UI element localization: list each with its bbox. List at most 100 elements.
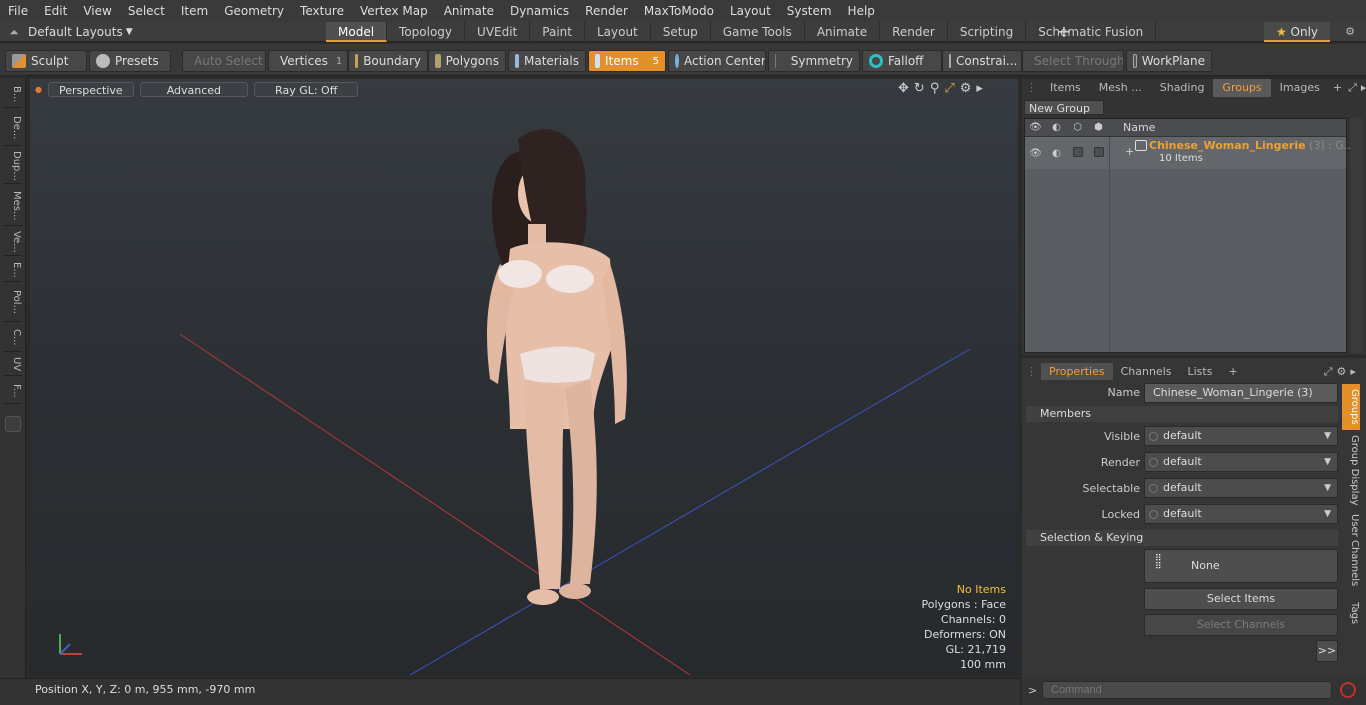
- auto-select-button[interactable]: Auto Select: [182, 50, 266, 72]
- 3d-viewport[interactable]: [30, 79, 1018, 675]
- row-visible-icon[interactable]: 👁: [1025, 148, 1046, 159]
- constraints-button[interactable]: Constrai...: [942, 50, 1022, 72]
- left-tab-fusion[interactable]: F...: [4, 378, 22, 404]
- menu-vertex-map[interactable]: Vertex Map: [352, 4, 436, 18]
- new-group-button[interactable]: New Group: [1024, 100, 1104, 115]
- side-tab-tags[interactable]: Tags: [1342, 596, 1360, 630]
- name-field[interactable]: Chinese_Woman_Lingerie (3): [1144, 383, 1338, 403]
- menu-edit[interactable]: Edit: [36, 4, 75, 18]
- left-tab-edge[interactable]: E...: [4, 258, 22, 282]
- panel-more-icon[interactable]: ▸: [1359, 79, 1366, 97]
- props-more-icon[interactable]: ▸: [1348, 363, 1358, 380]
- left-tab-curve[interactable]: C...: [4, 324, 22, 352]
- falloff-button[interactable]: Falloff: [862, 50, 942, 72]
- tab-layout[interactable]: Layout: [585, 22, 651, 42]
- menu-maxtomodo[interactable]: MaxToModo: [636, 4, 722, 18]
- tab-setup[interactable]: Setup: [651, 22, 711, 42]
- viewport-gear-icon[interactable]: ⚙: [960, 81, 972, 96]
- none-keying-button[interactable]: ⠿ ⠿ None: [1144, 549, 1338, 583]
- menu-system[interactable]: System: [779, 4, 840, 18]
- members-section[interactable]: Members: [1026, 406, 1338, 422]
- items-button[interactable]: Items 5: [588, 50, 666, 72]
- visibility-eye-icon[interactable]: 👁: [1025, 122, 1046, 133]
- tab-paint[interactable]: Paint: [530, 22, 585, 42]
- left-tab-basic[interactable]: B...: [4, 82, 22, 108]
- viewport-arrow-icon[interactable]: ▸: [976, 81, 983, 96]
- left-tab-duplicate[interactable]: Dup...: [4, 148, 22, 184]
- expand-plus-icon[interactable]: +: [1125, 145, 1134, 158]
- tab-channels[interactable]: Channels: [1113, 363, 1180, 380]
- menu-animate[interactable]: Animate: [436, 4, 502, 18]
- tab-game-tools[interactable]: Game Tools: [711, 22, 805, 42]
- more-button[interactable]: >>: [1316, 640, 1338, 662]
- row-lock-checkbox[interactable]: [1088, 146, 1109, 160]
- command-input[interactable]: [1042, 681, 1332, 699]
- menu-select[interactable]: Select: [120, 4, 173, 18]
- add-props-tab-icon[interactable]: +: [1220, 363, 1245, 380]
- move-view-icon[interactable]: ✥: [898, 81, 909, 96]
- tab-model[interactable]: Model: [326, 22, 388, 42]
- render-icon[interactable]: ◐: [1046, 122, 1067, 133]
- rotate-view-icon[interactable]: ↻: [914, 81, 925, 96]
- workplane-button[interactable]: WorkPlane: [1126, 50, 1212, 72]
- viewport-menu-dot[interactable]: ●: [35, 85, 42, 94]
- render-dropdown[interactable]: default ▼: [1144, 452, 1338, 472]
- menu-file[interactable]: File: [0, 4, 36, 18]
- menu-help[interactable]: Help: [840, 4, 883, 18]
- only-button[interactable]: ★ Only: [1264, 22, 1330, 42]
- layout-dropdown[interactable]: ⏶ Default Layouts ▼: [0, 22, 132, 42]
- lock-cube-icon[interactable]: ⬢: [1088, 122, 1109, 133]
- tab-mesh[interactable]: Mesh ...: [1090, 79, 1151, 97]
- locked-dropdown[interactable]: default ▼: [1144, 504, 1338, 524]
- left-tab-deform[interactable]: De...: [4, 110, 22, 146]
- home-icon[interactable]: ⏶: [0, 25, 28, 40]
- tab-scripting[interactable]: Scripting: [948, 22, 1027, 42]
- symmetry-button[interactable]: Symmetry: [768, 50, 860, 72]
- props-expand-icon[interactable]: ⤢: [1322, 363, 1335, 380]
- advanced-dropdown[interactable]: Advanced: [139, 81, 249, 97]
- maximize-view-icon[interactable]: ⤢: [944, 81, 954, 96]
- props-gear-icon[interactable]: ⚙: [1335, 363, 1349, 380]
- group-row[interactable]: 👁 ◐ + Chinese_Woman_Lingerie (3) : G... …: [1025, 137, 1354, 169]
- menu-geometry[interactable]: Geometry: [216, 4, 292, 18]
- boundary-button[interactable]: Boundary: [348, 50, 428, 72]
- left-tab-polygon[interactable]: Pol...: [4, 284, 22, 322]
- tab-uvedit[interactable]: UVEdit: [465, 22, 531, 42]
- left-tab-uv[interactable]: UV: [4, 354, 22, 376]
- menu-item[interactable]: Item: [173, 4, 216, 18]
- menu-layout[interactable]: Layout: [722, 4, 779, 18]
- select-cube-icon[interactable]: ⬡: [1067, 122, 1088, 133]
- tab-items[interactable]: Items: [1041, 79, 1090, 97]
- vertices-button[interactable]: Vertices 1: [268, 50, 348, 72]
- tab-animate[interactable]: Animate: [805, 22, 881, 42]
- zoom-view-icon[interactable]: ⚲: [930, 81, 940, 96]
- tab-lists[interactable]: Lists: [1180, 363, 1221, 380]
- left-tab-mesh-edit[interactable]: Mes...: [4, 186, 22, 226]
- left-tab-vertex[interactable]: Ve...: [4, 228, 22, 256]
- materials-button[interactable]: Materials: [508, 50, 586, 72]
- side-tab-group-display[interactable]: Group Display: [1342, 434, 1360, 506]
- tab-schematic-fusion[interactable]: Schematic Fusion: [1026, 22, 1157, 42]
- tab-groups[interactable]: Groups: [1213, 79, 1271, 97]
- visible-dropdown[interactable]: default ▼: [1144, 426, 1338, 446]
- menu-render[interactable]: Render: [577, 4, 636, 18]
- menu-dynamics[interactable]: Dynamics: [502, 4, 577, 18]
- sculpt-button[interactable]: Sculpt: [5, 50, 87, 72]
- tab-render[interactable]: Render: [880, 22, 948, 42]
- side-tab-groups[interactable]: Groups: [1342, 384, 1360, 430]
- tab-topology[interactable]: Topology: [387, 22, 466, 42]
- selection-keying-section[interactable]: Selection & Keying: [1026, 530, 1338, 546]
- tab-shading[interactable]: Shading: [1151, 79, 1214, 97]
- menu-texture[interactable]: Texture: [292, 4, 352, 18]
- action-center-button[interactable]: Action Center: [668, 50, 766, 72]
- raygl-dropdown[interactable]: Ray GL: Off: [254, 81, 359, 97]
- selectable-dropdown[interactable]: default ▼: [1144, 478, 1338, 498]
- expand-panel-icon[interactable]: ⤢: [1346, 79, 1359, 97]
- select-through-button[interactable]: Select Through: [1022, 50, 1124, 72]
- left-strip-toggle[interactable]: [5, 416, 21, 432]
- menu-view[interactable]: View: [75, 4, 119, 18]
- presets-button[interactable]: Presets: [89, 50, 171, 72]
- add-panel-tab-icon[interactable]: +: [1329, 79, 1346, 97]
- record-icon[interactable]: [1340, 682, 1356, 698]
- add-tab-icon[interactable]: +: [1055, 22, 1073, 42]
